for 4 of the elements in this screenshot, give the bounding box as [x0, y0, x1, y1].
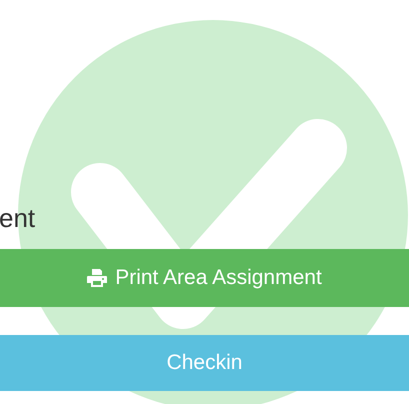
checkin-button[interactable]: Checkin	[0, 335, 409, 391]
printer-icon	[87, 269, 108, 287]
print-button[interactable]: Print Area Assignment	[0, 249, 409, 307]
label-text: ent	[0, 202, 36, 235]
